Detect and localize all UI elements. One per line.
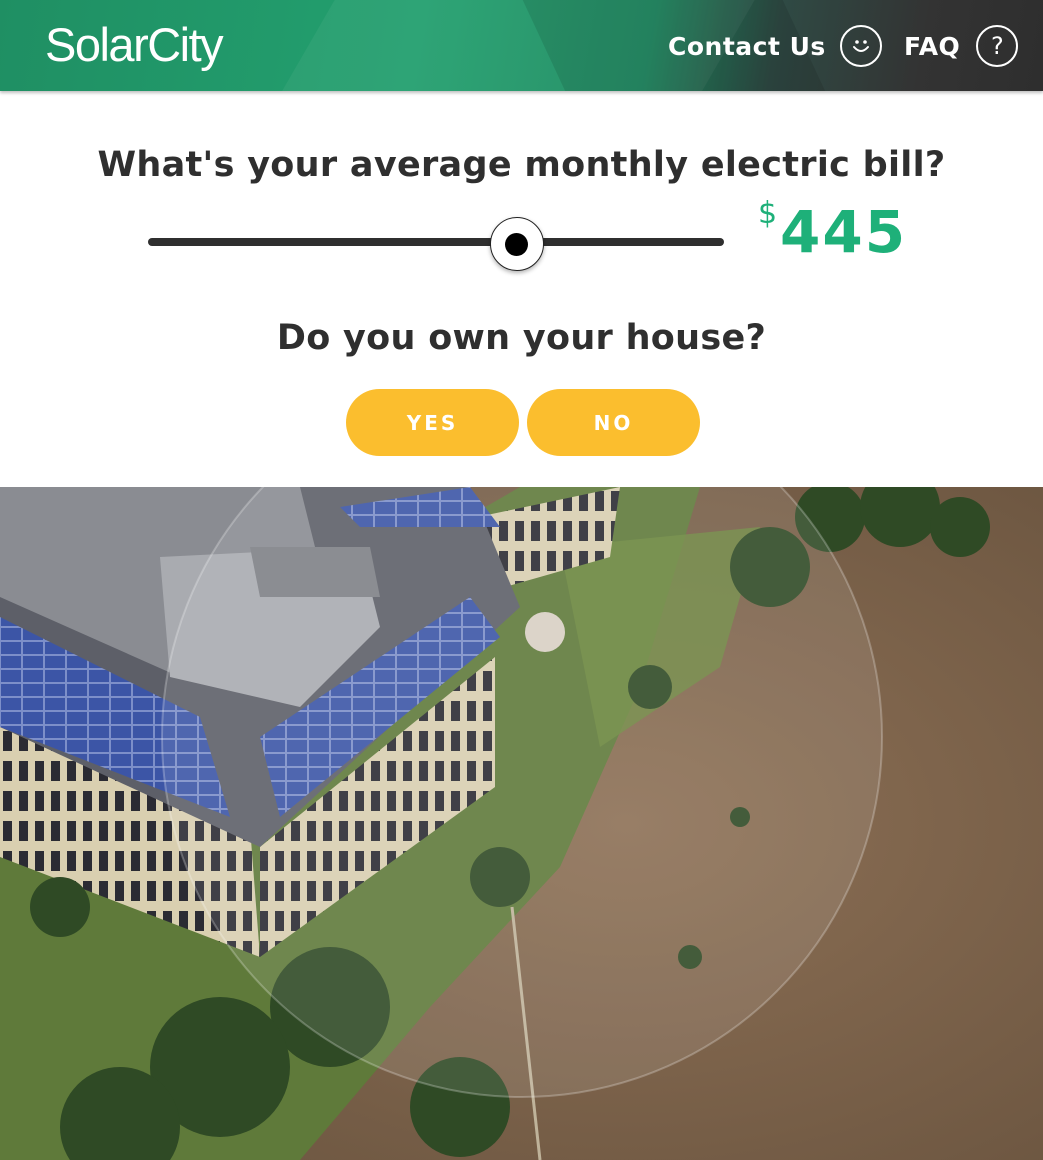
smiley-icon <box>839 25 882 67</box>
slider-track[interactable] <box>148 238 724 246</box>
yes-button[interactable]: YES <box>346 389 519 456</box>
currency-symbol: $ <box>758 196 778 231</box>
site-header: SolarCity Contact Us FAQ ? <box>0 0 1043 91</box>
bill-amount-value: 445 <box>780 198 908 266</box>
question-icon: ? <box>976 25 1019 67</box>
bill-slider[interactable] <box>148 217 724 271</box>
ownership-question-heading: Do you own your house? <box>276 318 767 358</box>
aerial-house-image <box>0 487 1043 1160</box>
faq-label: FAQ <box>904 31 961 61</box>
contact-us-link[interactable]: Contact Us <box>668 22 882 70</box>
no-button[interactable]: NO <box>527 389 700 456</box>
slider-thumb[interactable] <box>489 217 544 271</box>
solarcity-logo[interactable]: SolarCity <box>45 15 224 75</box>
faq-link[interactable]: FAQ ? <box>904 22 1019 70</box>
question-glyph: ? <box>990 32 1004 60</box>
bill-question-heading: What's your average monthly electric bil… <box>97 145 946 185</box>
contact-us-label: Contact Us <box>668 31 826 61</box>
slider-thumb-dot <box>505 232 529 256</box>
